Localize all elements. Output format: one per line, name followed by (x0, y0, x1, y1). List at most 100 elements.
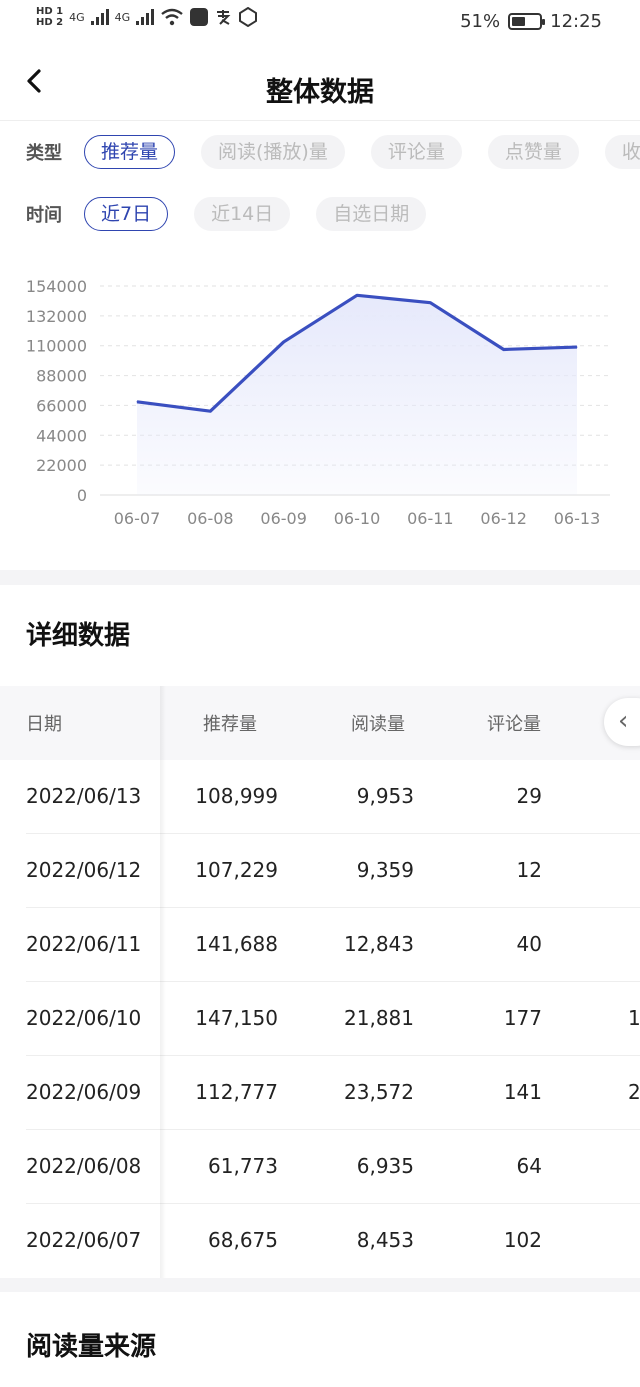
y-tick-label: 66000 (36, 396, 87, 415)
sim-indicators: HD 1 HD 2 (36, 6, 63, 28)
time-filter-row: 时间 近7日 近14日 自选日期 (0, 197, 452, 231)
y-tick-label: 110000 (26, 337, 87, 356)
table-row: 2022/06/07 68,675 8,453 102 (0, 1204, 640, 1278)
read-source-section: 阅读量来源 (0, 1292, 640, 1387)
data-point (356, 294, 358, 296)
cell-comment: 40 (516, 932, 542, 956)
x-tick-label: 06-07 (114, 509, 161, 528)
alipay-icon (217, 10, 231, 25)
type-chip-comment[interactable]: 评论量 (370, 135, 462, 169)
scroll-left-button[interactable]: ‹ (604, 698, 640, 746)
col-header-comment: 评论量 (487, 714, 541, 735)
col-header-read: 阅读量 (351, 714, 405, 735)
cell-read: 12,843 (344, 932, 414, 956)
cell-read: 21,881 (344, 1006, 414, 1030)
time-chip-14d[interactable]: 近14日 (194, 197, 291, 231)
cell-comment: 29 (516, 784, 542, 808)
cell-recommend: 107,229 (195, 858, 278, 882)
data-point (429, 302, 431, 304)
battery-fill (512, 17, 526, 26)
signal-label-1: 4G (69, 10, 85, 24)
read-source-title: 阅读量来源 (26, 1332, 157, 1362)
y-tick-label: 0 (77, 486, 87, 505)
data-point (136, 401, 138, 403)
cell-date: 2022/06/09 (26, 1080, 142, 1104)
status-right: 51% 12:25 (460, 11, 602, 32)
time-chip-7d[interactable]: 近7日 (84, 197, 169, 231)
cell-date: 2022/06/08 (26, 1154, 142, 1178)
detail-section: 详细数据 日期 推荐量 阅读量 评论量 ‹ 2022/06/13 108,999 9… (0, 585, 640, 1278)
signal-icon (136, 9, 155, 25)
wifi-icon (161, 8, 183, 26)
type-chip-collect[interactable]: 收 (604, 135, 640, 169)
cell-recommend: 147,150 (195, 1006, 278, 1030)
cell-date: 2022/06/13 (26, 784, 142, 808)
detail-title: 详细数据 (26, 621, 131, 651)
clock: 12:25 (550, 11, 602, 32)
col-header-date: 日期 (26, 714, 62, 735)
x-tick-label: 06-11 (407, 509, 454, 528)
cell-date: 2022/06/12 (26, 858, 142, 882)
cell-overflow: 2 (628, 1080, 640, 1104)
table-row: 2022/06/12 107,229 9,359 12 (0, 834, 640, 908)
data-point (283, 341, 285, 343)
y-tick-label: 44000 (36, 426, 87, 445)
cell-date: 2022/06/11 (26, 932, 142, 956)
cell-read: 6,935 (356, 1154, 414, 1178)
type-filter-label: 类型 (26, 143, 62, 164)
sim2-label: HD 2 (36, 17, 64, 28)
sticky-column-shadow (160, 686, 166, 1278)
shield-hand-icon (239, 7, 258, 27)
table-body: 2022/06/13 108,999 9,953 29 2022/06/12 107,22… (0, 760, 640, 1278)
cell-comment: 12 (516, 858, 542, 882)
trend-chart: 0 22000 44000 66000 88000 110000 132000 154000 0… (0, 270, 640, 540)
cell-overflow: 1 (628, 1006, 640, 1030)
battery-percent: 51% (460, 11, 501, 32)
data-point (503, 348, 505, 350)
table-header: 日期 推荐量 阅读量 评论量 ‹ (0, 686, 640, 760)
type-chip-read[interactable]: 阅读(播放)量 (201, 135, 345, 169)
huawei-app-icon (190, 8, 209, 26)
cell-comment: 141 (503, 1080, 542, 1104)
table-row: 2022/06/08 61,773 6,935 64 (0, 1130, 640, 1204)
y-tick-label: 88000 (36, 367, 87, 386)
x-tick-label: 06-12 (480, 509, 527, 528)
x-tick-label: 06-10 (334, 509, 381, 528)
signal-icon (90, 9, 109, 25)
x-tick-label: 06-13 (554, 509, 601, 528)
cell-recommend: 112,777 (195, 1080, 278, 1104)
cell-comment: 177 (503, 1006, 542, 1030)
cell-recommend: 68,675 (208, 1228, 278, 1252)
status-left: HD 1 HD 2 4G 4G (36, 6, 258, 28)
cell-read: 8,453 (356, 1228, 414, 1252)
type-chip-like[interactable]: 点赞量 (487, 135, 579, 169)
nav-bar: 整体数据 (0, 46, 640, 120)
type-filter-row: 类型 推荐量 阅读(播放)量 评论量 点赞量 收 (0, 135, 640, 169)
cell-read: 9,359 (356, 858, 414, 882)
table-row: 2022/06/10 147,150 21,881 177 1 (0, 982, 640, 1056)
page-title: 整体数据 (266, 77, 374, 108)
table-row: 2022/06/11 141,688 12,843 40 (0, 908, 640, 982)
data-point (209, 410, 211, 412)
battery-icon (508, 13, 546, 30)
table-row: 2022/06/09 112,777 23,572 141 2 (0, 1056, 640, 1130)
cell-comment: 64 (516, 1154, 542, 1178)
detail-table: 日期 推荐量 阅读量 评论量 ‹ 2022/06/13 108,999 9,953 2… (0, 686, 640, 1278)
y-tick-label: 22000 (36, 456, 87, 475)
cell-read: 23,572 (344, 1080, 414, 1104)
y-tick-label: 154000 (26, 277, 87, 296)
signal-label-2: 4G (114, 10, 131, 24)
cell-read: 9,953 (356, 784, 414, 808)
col-header-recommend: 推荐量 (203, 714, 257, 735)
status-bar: HD 1 HD 2 4G 4G 51% 12:25 (0, 0, 640, 46)
time-chip-custom[interactable]: 自选日期 (316, 197, 427, 231)
chevron-left-icon: ‹ (618, 706, 629, 736)
sim1-label: HD 1 (36, 6, 64, 17)
cell-date: 2022/06/07 (26, 1228, 142, 1252)
data-point (576, 346, 578, 348)
series-area (137, 295, 577, 495)
cell-recommend: 61,773 (208, 1154, 278, 1178)
cell-date: 2022/06/10 (26, 1006, 142, 1030)
x-tick-label: 06-08 (187, 509, 234, 528)
type-chip-recommend[interactable]: 推荐量 (84, 135, 176, 169)
